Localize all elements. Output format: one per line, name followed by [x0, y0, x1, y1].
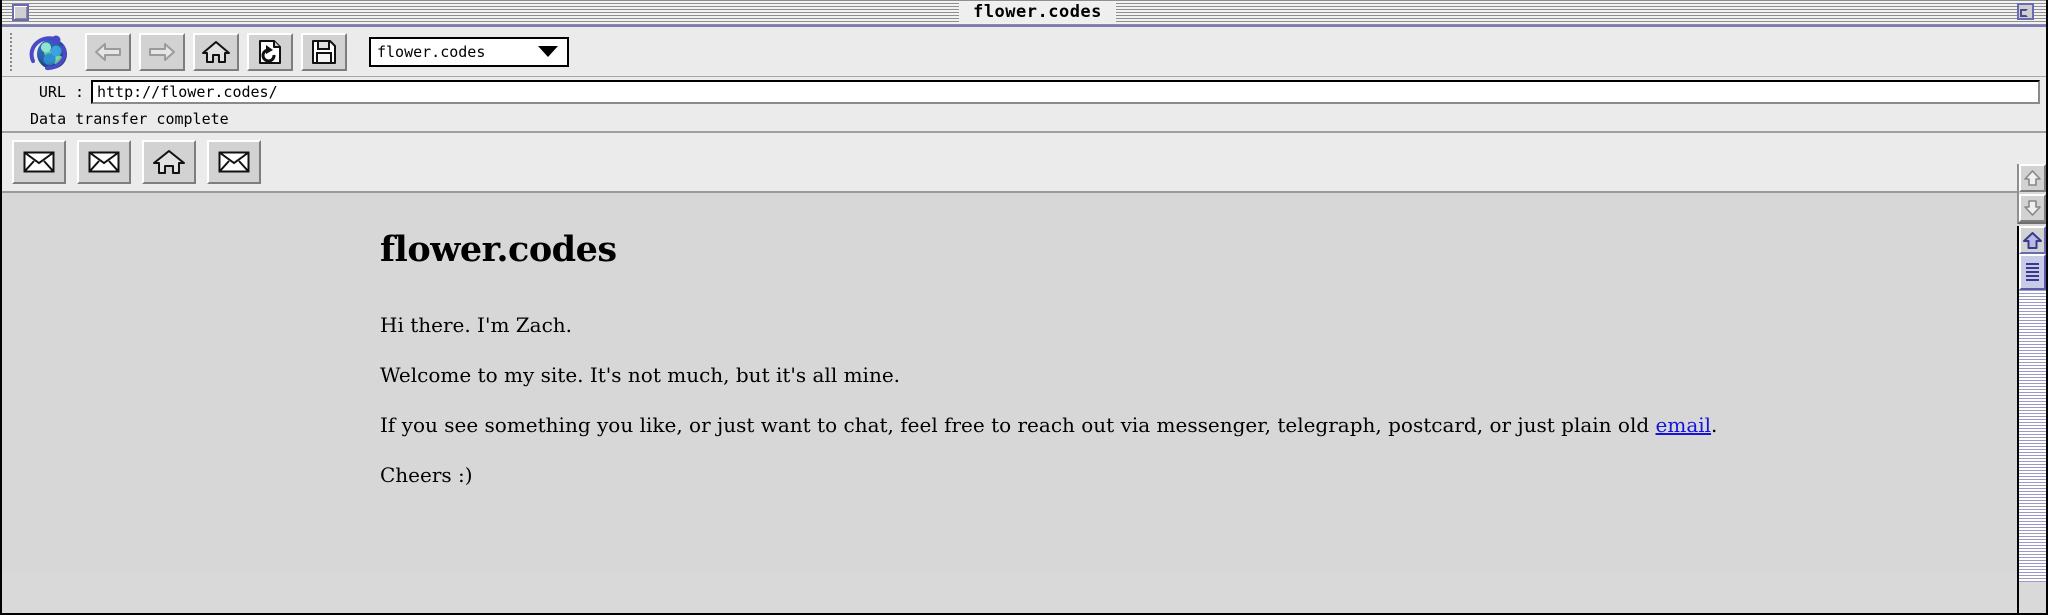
scroll-up-arrow-icon [2024, 170, 2041, 186]
page-content: flower.codes Hi there. I'm Zach. Welcome… [2, 193, 2046, 573]
page-title: flower.codes [380, 229, 617, 270]
mail-button-1[interactable] [12, 140, 66, 184]
url-label: URL : [38, 83, 84, 101]
scroll-up-arrow-icon [2023, 231, 2042, 249]
reload-page-icon [259, 39, 281, 64]
back-button[interactable] [85, 32, 131, 71]
link-toolbar [2, 133, 2046, 193]
home-icon [202, 40, 230, 63]
email-link[interactable]: email [1656, 413, 1712, 437]
url-input[interactable]: http://flower.codes/ [91, 80, 2040, 104]
paragraph-welcome: Welcome to my site. It's not much, but i… [380, 363, 901, 387]
toolbar-scrollbar[interactable] [2017, 164, 2046, 224]
mail-button-2[interactable] [77, 140, 131, 184]
content-scroll-track[interactable] [2019, 290, 2046, 582]
window-zoom-button[interactable] [2017, 3, 2034, 20]
paragraph-signoff: Cheers :) [380, 463, 473, 487]
url-row: URL : http://flower.codes/ [2, 77, 2046, 107]
toolbar-scroll-down-button[interactable] [2019, 194, 2046, 222]
contact-text-before: If you see something you like, or just w… [380, 413, 1656, 437]
thumb-line [2026, 275, 2039, 277]
content-scroll-up-button[interactable] [2019, 226, 2046, 254]
content-scroll-thumb[interactable] [2019, 254, 2046, 290]
toolbar-drag-grip[interactable] [10, 32, 15, 71]
scroll-down-arrow-icon [2024, 200, 2041, 216]
floppy-disk-icon [312, 39, 336, 64]
thumb-line [2026, 267, 2039, 269]
save-button[interactable] [301, 32, 347, 71]
content-scrollbar[interactable] [2017, 226, 2046, 613]
home-button[interactable] [193, 32, 239, 71]
chevron-down-icon [538, 46, 558, 57]
envelope-icon [218, 151, 250, 173]
toolbar-scroll-up-button[interactable] [2019, 164, 2046, 192]
home-link-button[interactable] [142, 140, 196, 184]
title-bar: flower.codes [2, 0, 2046, 27]
reload-button[interactable] [247, 32, 293, 71]
forward-button[interactable] [139, 32, 185, 71]
paragraph-intro: Hi there. I'm Zach. [380, 313, 573, 337]
zoom-box-icon [2020, 9, 2028, 17]
status-bar: Data transfer complete [2, 107, 2046, 133]
mail-button-3[interactable] [207, 140, 261, 184]
window-close-button[interactable] [12, 4, 29, 21]
status-text: Data transfer complete [30, 110, 229, 128]
arrow-left-icon [95, 42, 121, 61]
home-icon [153, 150, 185, 174]
site-dropdown-value: flower.codes [377, 42, 486, 61]
envelope-icon [88, 151, 120, 173]
thumb-line [2026, 271, 2039, 273]
paragraph-contact: If you see something you like, or just w… [380, 414, 2046, 436]
arrow-right-icon [149, 42, 175, 61]
navigation-toolbar: flower.codes [2, 27, 2046, 77]
site-dropdown[interactable]: flower.codes [369, 36, 569, 67]
thumb-line [2026, 279, 2039, 281]
globe-spinner-button[interactable] [23, 33, 77, 71]
browser-window: flower.codes flower.codes URL: http://f… [0, 0, 2048, 615]
window-title: flower.codes [959, 2, 1116, 23]
globe-icon [37, 39, 67, 69]
thumb-line [2026, 263, 2039, 265]
envelope-icon [23, 151, 55, 173]
page-body: flower.codes Hi there. I'm Zach. Welcome… [2, 193, 2046, 486]
contact-text-after: . [1711, 413, 1718, 437]
